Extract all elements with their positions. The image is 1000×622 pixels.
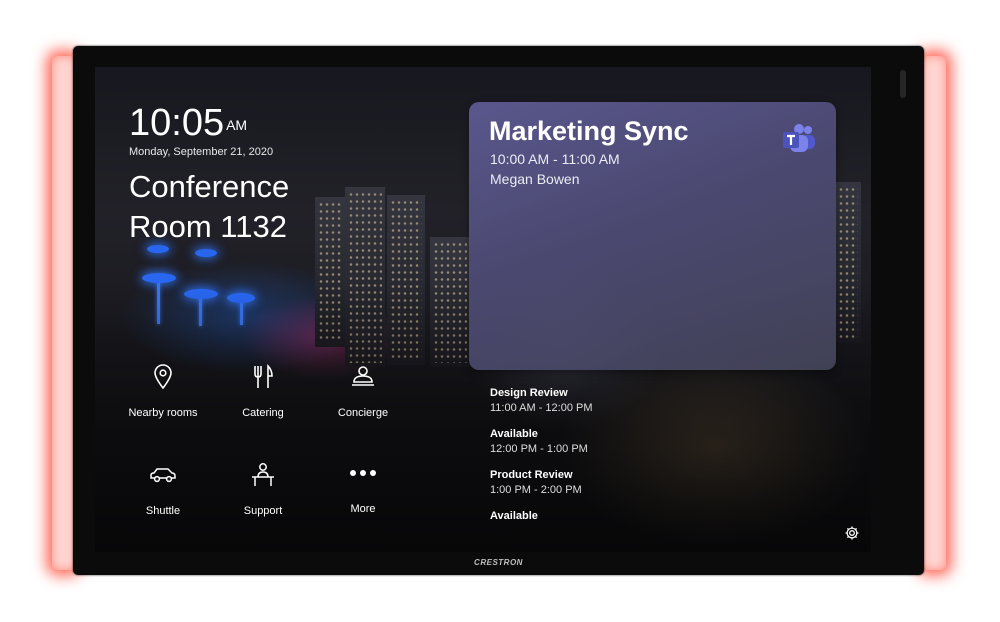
meeting-organizer: Megan Bowen bbox=[490, 171, 580, 187]
brand-logo: CRESTRON bbox=[474, 558, 523, 567]
meeting-title: Marketing Sync bbox=[489, 116, 689, 146]
room-name: Conference Room 1132 bbox=[129, 169, 290, 244]
schedule-item-time: 11:00 AM - 12:00 PM bbox=[490, 402, 593, 414]
more-dots-icon bbox=[338, 453, 388, 493]
fork-knife-icon bbox=[238, 357, 288, 397]
concierge-bell-icon bbox=[338, 357, 388, 397]
clock-ampm: AM bbox=[226, 117, 248, 133]
clock-time: 10:05 bbox=[129, 102, 225, 144]
schedule-item[interactable]: Design Review 11:00 AM - 12:00 PM bbox=[490, 387, 593, 414]
led-light-bar-right bbox=[922, 56, 946, 570]
schedule-item-title: Available bbox=[490, 510, 538, 522]
person-desk-icon bbox=[238, 455, 288, 495]
concierge-button[interactable]: Concierge bbox=[313, 357, 413, 419]
schedule-item[interactable]: Product Review 1:00 PM - 2:00 PM bbox=[490, 469, 582, 496]
catering-button[interactable]: Catering bbox=[213, 357, 313, 419]
nearby-rooms-button[interactable]: Nearby rooms bbox=[113, 357, 213, 419]
catering-label: Catering bbox=[242, 407, 284, 419]
current-meeting-card[interactable]: Marketing Sync 10:00 AM - 11:00 AM Megan… bbox=[469, 102, 836, 370]
schedule-item-title: Available bbox=[490, 428, 538, 440]
touch-screen: 10:05 AM Monday, September 21, 2020 Confe… bbox=[95, 67, 871, 552]
location-pin-icon bbox=[138, 357, 188, 397]
schedule-item[interactable]: Available 12:00 PM - 1:00 PM bbox=[490, 428, 588, 455]
teams-icon bbox=[781, 124, 817, 156]
shuttle-button[interactable]: Shuttle bbox=[113, 455, 213, 517]
schedule-item[interactable]: Available bbox=[490, 510, 538, 525]
schedule-item-time: 12:00 PM - 1:00 PM bbox=[490, 443, 588, 455]
meeting-time: 10:00 AM - 11:00 AM bbox=[490, 151, 620, 167]
car-icon bbox=[138, 455, 188, 495]
support-button[interactable]: Support bbox=[213, 455, 313, 517]
nearby-rooms-label: Nearby rooms bbox=[128, 407, 198, 419]
schedule-item-title: Product Review bbox=[490, 469, 573, 481]
current-date: Monday, September 21, 2020 bbox=[129, 146, 274, 158]
shuttle-label: Shuttle bbox=[145, 505, 181, 517]
schedule-item-title: Design Review bbox=[490, 387, 568, 399]
concierge-label: Concierge bbox=[337, 407, 389, 419]
schedule-item-time: 1:00 PM - 2:00 PM bbox=[490, 484, 582, 496]
more-button[interactable]: More bbox=[313, 453, 413, 515]
more-label: More bbox=[350, 503, 376, 515]
clock: 10:05 AM bbox=[129, 103, 247, 143]
camera-sensor bbox=[900, 70, 906, 98]
support-label: Support bbox=[243, 505, 283, 517]
gear-icon[interactable] bbox=[844, 525, 860, 541]
